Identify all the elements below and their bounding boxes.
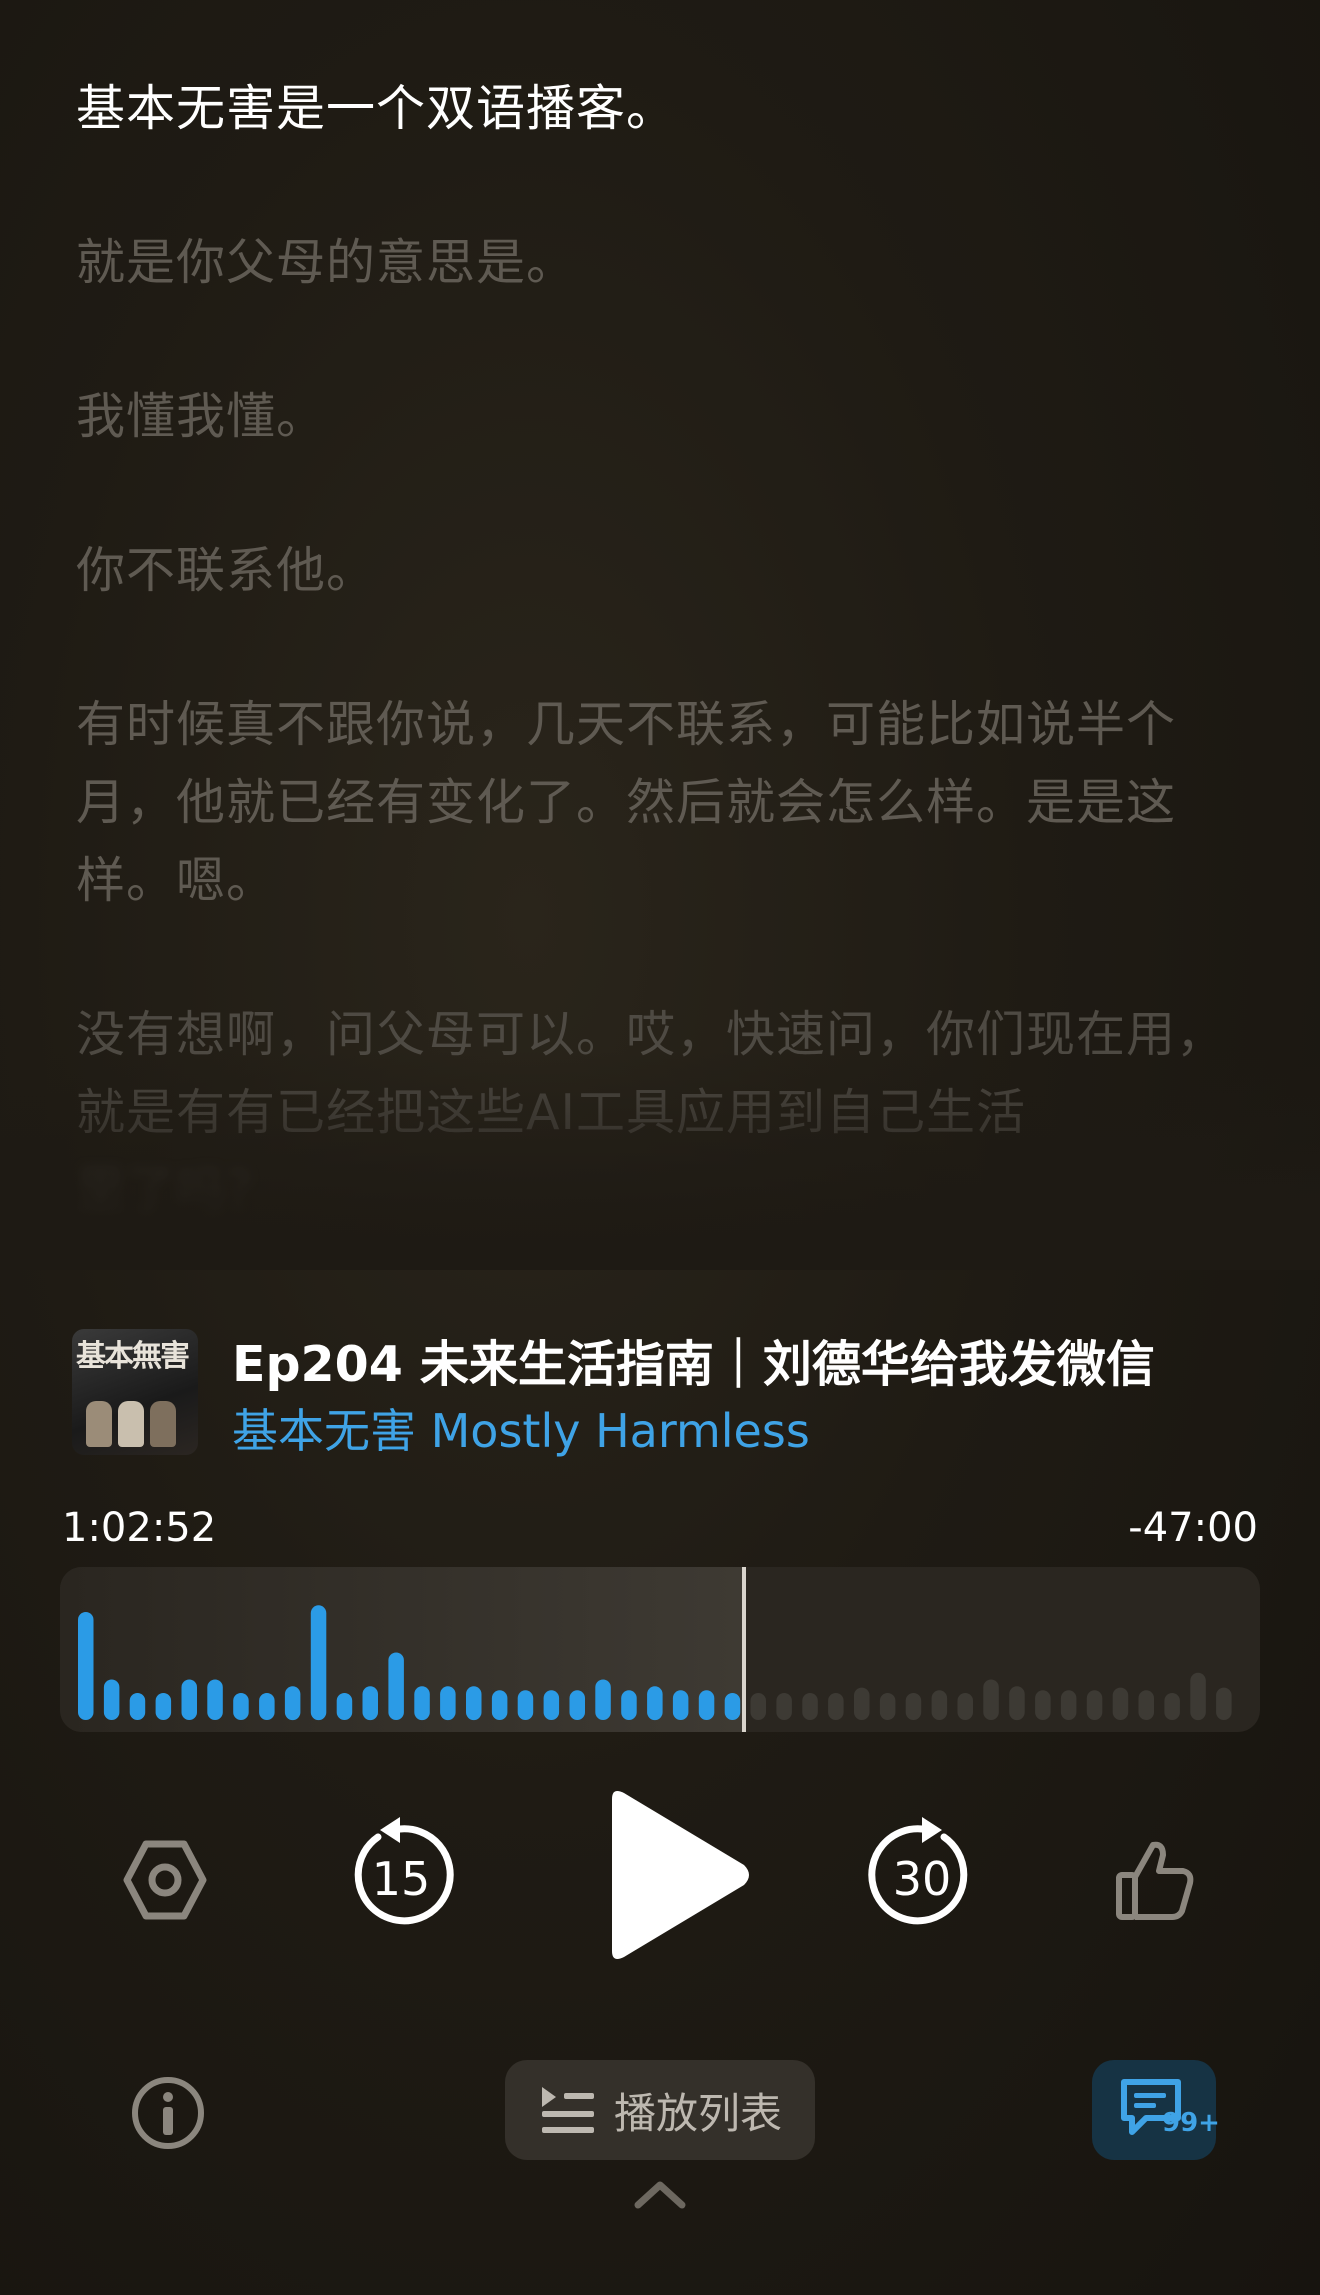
waveform-bar bbox=[1216, 1687, 1232, 1720]
waveform-bar bbox=[1086, 1690, 1103, 1720]
transcript-line[interactable]: 你不联系他。 bbox=[76, 532, 1226, 610]
cover-title: 基本無害 bbox=[76, 1339, 190, 1374]
waveform-bar bbox=[1138, 1690, 1154, 1720]
waveform-bar bbox=[724, 1693, 741, 1720]
waveform-bar bbox=[750, 1693, 766, 1720]
podcast-cover-art[interactable]: 基本無害 bbox=[72, 1329, 198, 1455]
waveform-bar bbox=[207, 1679, 223, 1720]
waveform-bar bbox=[1035, 1690, 1051, 1720]
waveform-bar bbox=[621, 1690, 637, 1720]
waveform-bar bbox=[854, 1687, 870, 1720]
transcript-line[interactable]: 里了吗？ bbox=[76, 1152, 1226, 1230]
waveform-bar bbox=[259, 1693, 275, 1720]
waveform-bar bbox=[543, 1690, 560, 1720]
waveform-bar bbox=[466, 1686, 482, 1721]
thumbs-up-icon[interactable] bbox=[1110, 1830, 1200, 1930]
waveform-bar bbox=[388, 1652, 404, 1720]
play-icon bbox=[612, 1791, 749, 1959]
waveform-bar bbox=[698, 1690, 715, 1720]
waveform-bar bbox=[181, 1679, 197, 1720]
transcript-line[interactable]: 没有想啊，问父母可以。哎，快速问，你们现在用，就是有有已经把这些AI工具应用到自… bbox=[76, 996, 1226, 1152]
waveform-bar bbox=[414, 1686, 430, 1721]
now-playing-header[interactable]: 基本無害 Ep204 未来生活指南｜刘德华给我发微信 基本无害 Mostly H… bbox=[72, 1325, 1252, 1458]
episode-title[interactable]: Ep204 未来生活指南｜刘德华给我发微信 bbox=[232, 1325, 1155, 1396]
waveform-bar bbox=[957, 1693, 973, 1720]
info-icon[interactable] bbox=[125, 2070, 211, 2156]
waveform-bars bbox=[78, 1605, 1232, 1721]
waveform-bar bbox=[595, 1679, 611, 1720]
transcript-line[interactable]: 有时候真不跟你说，几天不联系，可能比如说半个月，他就已经有变化了。然后就会怎么样… bbox=[76, 686, 1226, 920]
waveform-bar bbox=[1190, 1672, 1206, 1721]
forward-30-icon: 30 bbox=[868, 1817, 968, 1925]
rewind-15-icon: 15 bbox=[354, 1817, 454, 1925]
remaining-time: -47:00 bbox=[1128, 1505, 1258, 1551]
waveform-bar bbox=[440, 1686, 456, 1721]
transcript-line[interactable]: 基本无害是一个双语播客。 bbox=[76, 70, 1226, 148]
transcript: 基本无害是一个双语播客。 就是你父母的意思是。 我懂我懂。 你不联系他。 有时候… bbox=[76, 70, 1226, 1306]
chevron-up-icon[interactable] bbox=[630, 2175, 690, 2215]
hexagon-settings-icon[interactable] bbox=[120, 1835, 210, 1925]
waveform-bar bbox=[336, 1693, 353, 1720]
waveform-bar bbox=[1164, 1693, 1180, 1720]
waveform-bar bbox=[1060, 1690, 1077, 1720]
waveform-bar bbox=[776, 1693, 792, 1720]
waveform-bar bbox=[802, 1693, 818, 1720]
waveform-bar bbox=[983, 1679, 999, 1720]
waveform-bar bbox=[78, 1612, 94, 1720]
waveform-bar bbox=[310, 1605, 327, 1721]
playlist-label: 播放列表 bbox=[613, 2088, 782, 2138]
waveform-bar bbox=[569, 1690, 585, 1720]
waveform-scrubber[interactable] bbox=[60, 1567, 1260, 1732]
waveform-bar bbox=[362, 1686, 378, 1721]
forward-seconds-label: 30 bbox=[893, 1852, 952, 1906]
rewind-15-button[interactable]: 15 bbox=[340, 1815, 460, 1935]
transcript-line[interactable]: 我懂我懂。 bbox=[76, 378, 1226, 456]
rewind-seconds-label: 15 bbox=[372, 1852, 431, 1906]
waveform-bar bbox=[672, 1690, 689, 1720]
play-button[interactable] bbox=[598, 1780, 758, 1970]
transcript-line[interactable]: 就是你父母的意思是。 bbox=[76, 224, 1226, 302]
waveform-bar bbox=[905, 1693, 922, 1720]
elapsed-time: 1:02:52 bbox=[62, 1505, 217, 1551]
comments-button[interactable]: 99+ bbox=[1092, 2060, 1220, 2160]
waveform-bar bbox=[879, 1693, 896, 1720]
comments-count-badge: 99+ bbox=[1162, 2108, 1220, 2138]
waveform-bar bbox=[1009, 1686, 1025, 1721]
show-name-link[interactable]: 基本无害 Mostly Harmless bbox=[232, 1395, 810, 1461]
waveform-bar bbox=[828, 1693, 844, 1720]
waveform-bar bbox=[931, 1690, 948, 1720]
waveform-bar bbox=[517, 1690, 534, 1720]
waveform-bar bbox=[1112, 1687, 1129, 1720]
waveform-bar bbox=[129, 1693, 146, 1720]
waveform-bar bbox=[491, 1690, 508, 1720]
waveform-bar bbox=[647, 1686, 663, 1721]
waveform-bar bbox=[155, 1693, 172, 1720]
playlist-button[interactable]: 播放列表 bbox=[505, 2060, 815, 2160]
forward-30-button[interactable]: 30 bbox=[862, 1815, 982, 1935]
waveform-bar bbox=[284, 1686, 301, 1721]
playhead[interactable] bbox=[742, 1567, 746, 1732]
waveform-bar bbox=[233, 1693, 249, 1720]
waveform-bar bbox=[103, 1679, 120, 1720]
playlist-icon bbox=[541, 2087, 594, 2133]
